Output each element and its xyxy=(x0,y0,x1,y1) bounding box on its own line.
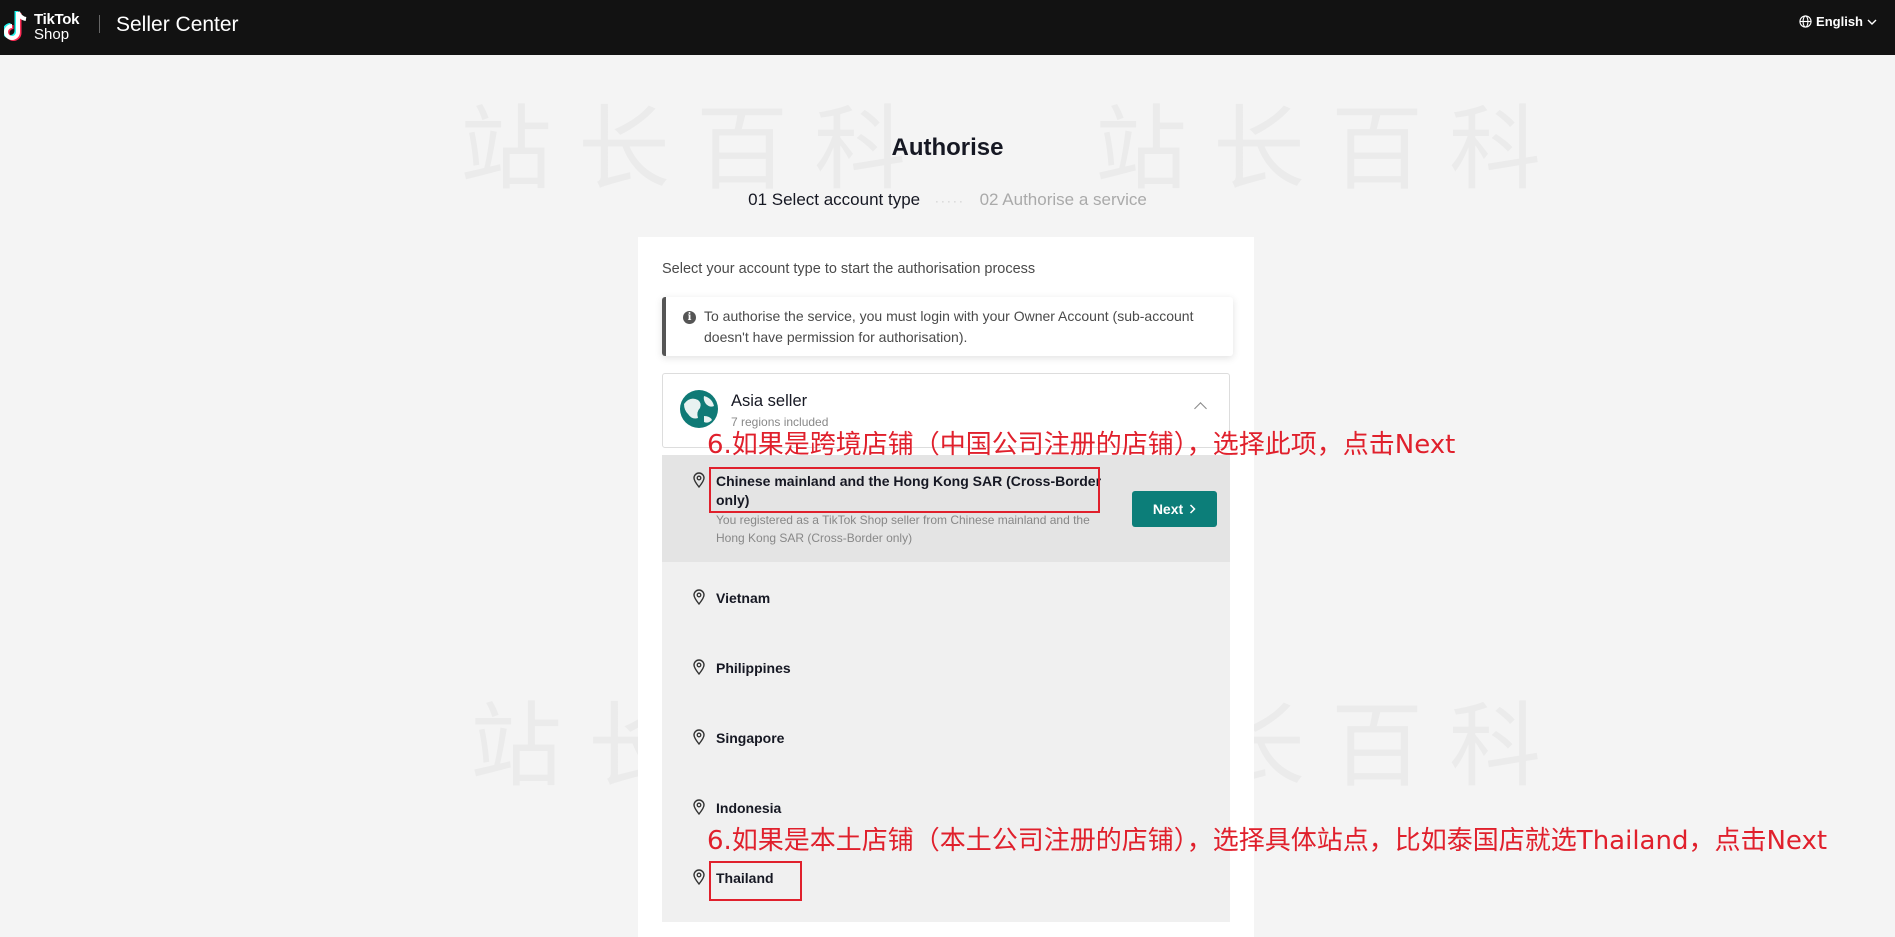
location-pin-icon xyxy=(693,729,705,745)
step-connector: ····· xyxy=(934,193,965,208)
card-subtitle: Select your account type to start the au… xyxy=(662,261,1036,277)
location-pin-icon xyxy=(693,799,705,815)
location-pin-icon xyxy=(693,589,705,605)
region-description: You registered as a TikTok Shop seller f… xyxy=(716,513,1090,545)
top-navigation-bar: TikTok Shop Seller Center English xyxy=(0,0,1895,55)
location-pin-icon xyxy=(693,472,705,488)
logo-wordmark: TikTok Shop xyxy=(34,12,79,42)
step-indicator: 01 Select account type ····· 02 Authoris… xyxy=(0,190,1895,210)
info-icon: i xyxy=(683,311,696,324)
region-name: Indonesia xyxy=(716,800,782,816)
notice-text: To authorise the service, you must login… xyxy=(704,308,1194,345)
chevron-up-icon[interactable] xyxy=(1194,402,1207,415)
tiktok-logo-icon xyxy=(4,11,27,41)
logo-line-shop: Shop xyxy=(34,26,70,43)
app-title: Seller Center xyxy=(116,13,239,36)
asia-globe-icon xyxy=(680,390,718,428)
step-1-label: 01 Select account type xyxy=(748,190,921,209)
page-title: Authorise xyxy=(891,134,1004,161)
location-pin-icon xyxy=(693,659,705,675)
logo-line-tiktok: TikTok xyxy=(34,11,80,28)
region-name: Philippines xyxy=(716,660,791,676)
chevron-down-icon xyxy=(1867,19,1877,25)
region-name: Vietnam xyxy=(716,590,771,606)
language-label: English xyxy=(1816,14,1863,29)
annotation-local: 6.如果是本土店铺（本土公司注册的店铺），选择具体站点，比如泰国店就选Thail… xyxy=(707,826,1828,856)
region-option-singapore[interactable]: Singapore xyxy=(662,702,1230,772)
tiktok-shop-logo[interactable]: TikTok Shop xyxy=(4,8,79,46)
next-button-label: Next xyxy=(1152,501,1184,517)
chevron-right-icon xyxy=(1190,504,1196,514)
region-option-philippines[interactable]: Philippines xyxy=(662,632,1230,702)
language-selector[interactable]: English xyxy=(1799,14,1877,29)
header-divider xyxy=(99,15,100,33)
annotation-cross-border: 6.如果是跨境店铺（中国公司注册的店铺），选择此项，点击Next xyxy=(707,430,1456,460)
globe-icon xyxy=(1799,15,1812,28)
step-2-label: 02 Authorise a service xyxy=(979,190,1147,209)
next-button[interactable]: Next xyxy=(1132,491,1217,527)
highlight-box-cross-border xyxy=(709,467,1100,513)
region-option-vietnam[interactable]: Vietnam xyxy=(662,562,1230,632)
region-name: Singapore xyxy=(716,730,785,746)
location-pin-icon xyxy=(693,869,705,885)
seller-group-title: Asia seller xyxy=(731,392,808,410)
highlight-box-thailand xyxy=(709,861,802,901)
owner-account-notice: i To authorise the service, you must log… xyxy=(662,297,1233,356)
